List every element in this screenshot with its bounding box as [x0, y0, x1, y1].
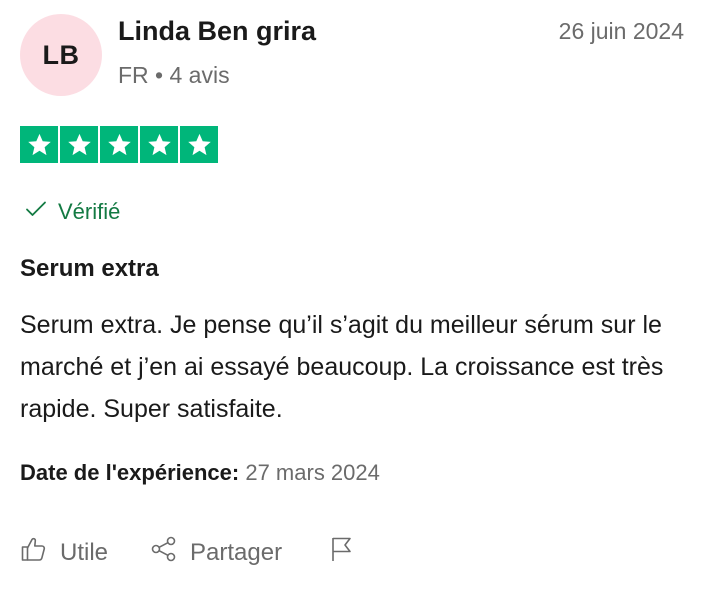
avatar-initials: LB	[42, 39, 80, 70]
share-icon	[150, 535, 178, 570]
star-rating	[20, 126, 218, 163]
star-icon	[140, 126, 178, 163]
experience-date-label: Date de l'expérience:	[20, 460, 240, 485]
review-title[interactable]: Serum extra	[20, 255, 159, 283]
star-icon	[180, 126, 218, 163]
experience-date-value: 27 mars 2024	[245, 460, 380, 485]
review-actions: Utile Partager	[20, 535, 356, 570]
share-button[interactable]: Partager	[150, 535, 282, 570]
verified-label: Vérifié	[58, 199, 121, 224]
reviewer-meta: FR • 4 avis	[118, 62, 230, 88]
useful-label: Utile	[60, 538, 109, 566]
experience-date: Date de l'expérience: 27 mars 2024	[20, 460, 380, 486]
flag-icon	[328, 535, 356, 570]
star-icon	[60, 126, 98, 163]
checkmark-icon	[24, 197, 48, 227]
avatar[interactable]: LB	[20, 14, 102, 96]
thumbs-up-icon	[20, 535, 48, 570]
star-icon	[100, 126, 138, 163]
reviewer-name[interactable]: Linda Ben grira	[118, 16, 316, 47]
review-body: Serum extra. Je pense qu’il s’agit du me…	[20, 311, 664, 423]
share-label: Partager	[190, 538, 283, 566]
star-icon	[20, 126, 58, 163]
report-button[interactable]	[328, 535, 356, 570]
useful-button[interactable]: Utile	[20, 535, 108, 570]
verified-badge[interactable]: Vérifié	[24, 197, 120, 227]
review-date: 26 juin 2024	[558, 18, 684, 44]
